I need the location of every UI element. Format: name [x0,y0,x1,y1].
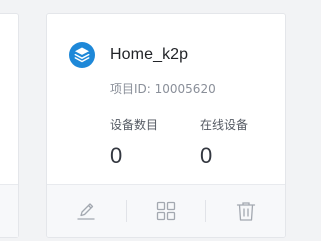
device-count-label: 设备数目 [110,118,159,132]
online-device-value: 0 [200,143,213,168]
device-count-stat: 设备数目 0 [110,116,158,169]
device-count-value: 0 [110,143,123,168]
project-card[interactable]: Home_k2p 项目ID: 10005620 设备数目 0 在线设备 0 [46,13,286,238]
delete-button[interactable] [206,185,285,237]
project-list: Home_k2p 项目ID: 10005620 设备数目 0 在线设备 0 [0,0,321,241]
grid-icon [155,200,177,222]
card-footer [47,184,285,237]
view-devices-button[interactable] [127,185,206,237]
pencil-icon [75,200,97,222]
trash-icon [235,200,257,222]
project-name[interactable]: Home_k2p [110,46,188,64]
project-id: 项目ID: 10005620 [110,82,216,96]
edit-button[interactable] [47,185,126,237]
project-card-previous[interactable] [0,13,19,238]
online-device-label: 在线设备 [200,118,249,132]
online-device-stat: 在线设备 0 [200,116,248,169]
card-footer [0,184,18,237]
layers-icon [69,42,95,68]
